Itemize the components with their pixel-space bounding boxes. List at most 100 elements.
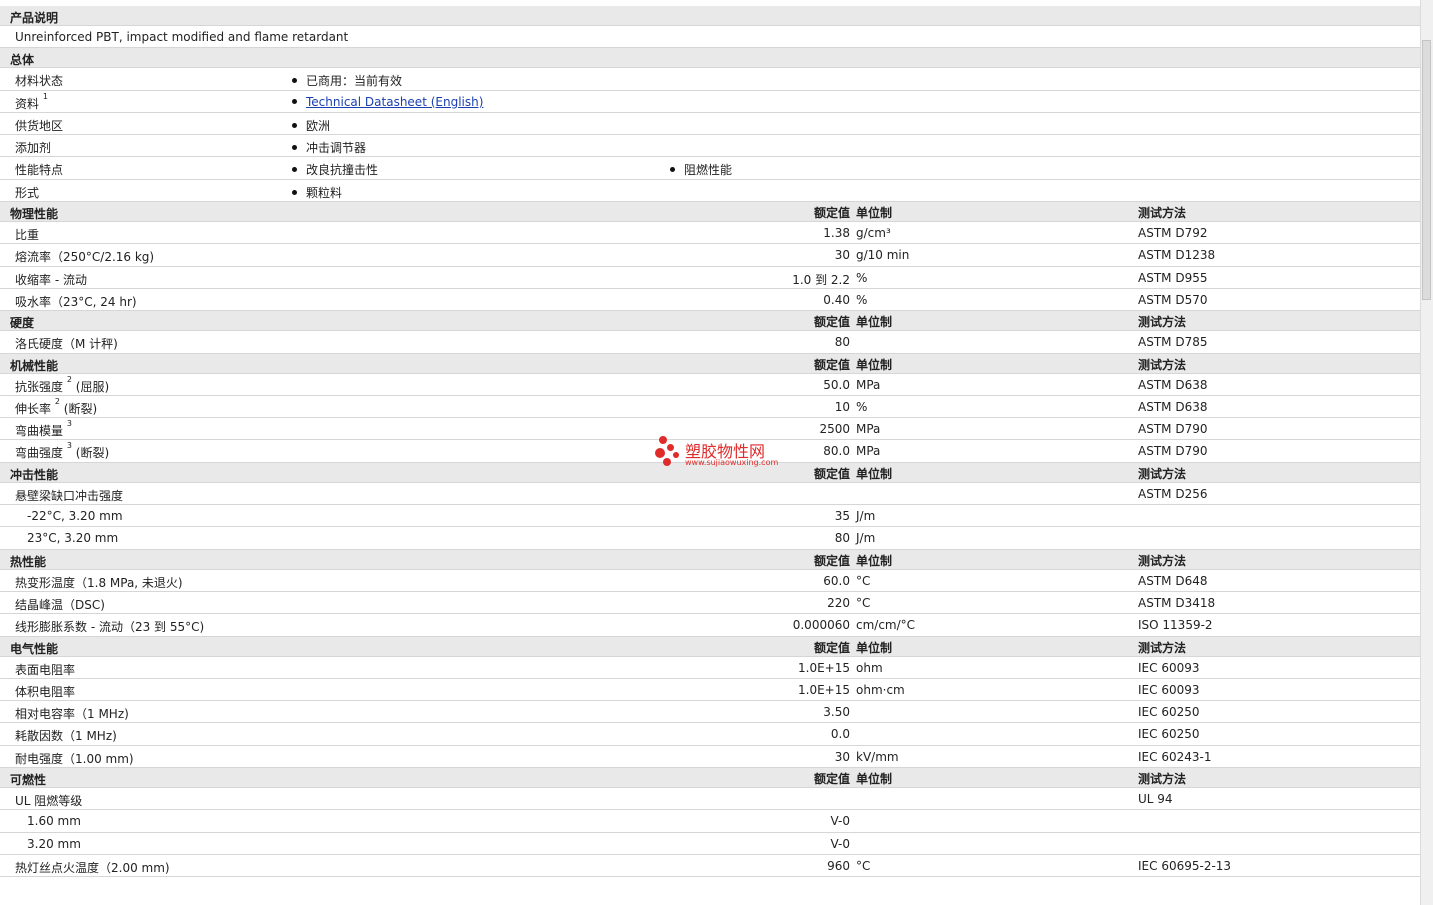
- property-label: 3.20 mm: [27, 837, 81, 851]
- section-title: 总体: [10, 53, 35, 68]
- datasheet-link[interactable]: Technical Datasheet (English): [306, 95, 483, 109]
- test-method: ASTM D570: [1138, 292, 1208, 307]
- section-title: 可燃性: [10, 773, 47, 788]
- test-method: ASTM D955: [1138, 270, 1208, 285]
- bullet-value: 阻燃性能: [670, 161, 732, 178]
- property-label-text: 伸长率: [15, 401, 52, 416]
- property-label: 体积电阻率: [15, 683, 75, 700]
- test-method: IEC 60695-2-13: [1138, 858, 1232, 873]
- table-row: 熔流率（250°C/2.16 kg) 30 g/10 min ASTM D1238: [0, 244, 1421, 267]
- property-label: 弯曲强度 3 (断裂): [15, 441, 109, 461]
- unit: °C: [856, 595, 871, 610]
- column-header-value: 额定值: [813, 553, 850, 568]
- property-label: 悬壁梁缺口冲击强度: [15, 487, 123, 504]
- bullet-icon: [292, 189, 297, 195]
- property-label: 线形膨胀系数 - 流动（23 到 55°C): [15, 618, 204, 635]
- bullet-icon: [292, 98, 297, 104]
- column-header-method: 测试方法: [1138, 315, 1187, 330]
- property-label-text: Unreinforced PBT, impact modified and fl…: [15, 30, 349, 44]
- property-label: 材料状态: [15, 72, 63, 89]
- nominal-value: 35: [834, 509, 850, 524]
- unit: ohm: [856, 660, 883, 675]
- property-label-text: 供货地区: [15, 118, 64, 133]
- column-header-method: 测试方法: [1138, 206, 1187, 221]
- property-label: 供货地区: [15, 117, 63, 134]
- property-label-text: 线形膨胀系数 - 流动（23 到 55°C): [15, 620, 205, 635]
- unit: MPa: [856, 377, 881, 392]
- property-label-text: 弯曲模量: [15, 424, 64, 439]
- section-header: 可燃性 额定值 单位制 测试方法: [0, 768, 1421, 789]
- property-label-text: 比重: [15, 228, 40, 243]
- bullet-text: 冲击调节器: [306, 141, 367, 156]
- column-header-unit: 单位制: [856, 772, 893, 787]
- column-header-value: 额定值: [813, 466, 850, 481]
- nominal-value: 80: [834, 335, 850, 350]
- column-header-method: 测试方法: [1138, 357, 1187, 372]
- unit: °C: [856, 573, 871, 588]
- property-label-text: 收缩率 - 流动: [15, 272, 87, 287]
- section-title: 机械性能: [10, 358, 59, 373]
- property-label: 抗张强度 2 (屈服): [15, 374, 109, 395]
- property-label-text: 体积电阻率: [15, 684, 76, 699]
- bullet-icon: [292, 145, 297, 151]
- table-row: 热灯丝点火温度（2.00 mm) 960 °C IEC 60695-2-13: [0, 855, 1421, 878]
- bullet-text: 欧洲: [306, 118, 331, 133]
- property-label-text: 弯曲强度: [15, 446, 64, 461]
- table-row: 形式 颗粒料: [0, 180, 1421, 203]
- property-label: 洛氏硬度（M 计秤): [15, 335, 118, 352]
- nominal-value: 1.0 到 2.2: [792, 272, 850, 287]
- test-method: ASTM D638: [1138, 399, 1208, 414]
- bullet-icon: [292, 122, 297, 128]
- table-row: 1.60 mm V-0: [0, 810, 1421, 833]
- table-row: 吸水率（23°C, 24 hr) 0.40% ASTM D570: [0, 289, 1421, 312]
- test-method: IEC 60093: [1138, 660, 1200, 675]
- section-title: 硬度: [10, 316, 35, 331]
- table-row: 结晶峰温（DSC) 220 °C ASTM D3418: [0, 592, 1421, 615]
- scrollbar-thumb[interactable]: [1422, 40, 1431, 300]
- table-row: 抗张强度 2 (屈服) 50.0 MPa ASTM D638: [0, 374, 1421, 396]
- nominal-value: 0.000060: [792, 618, 850, 633]
- test-method: UL 94: [1138, 792, 1173, 807]
- nominal-value: 220: [827, 595, 850, 610]
- bullet-value[interactable]: Technical Datasheet (English): [292, 95, 483, 109]
- column-header-method: 测试方法: [1138, 553, 1187, 568]
- column-header-value: 额定值: [813, 772, 850, 787]
- nominal-value: 1.0E+15: [798, 682, 850, 697]
- test-method: ASTM D1238: [1138, 248, 1216, 263]
- footnote-marker: 2: [54, 396, 60, 406]
- unit: °C: [856, 858, 871, 873]
- vertical-scrollbar[interactable]: [1420, 0, 1433, 905]
- nominal-value: 50.0: [823, 377, 850, 392]
- unit: g/10 min: [856, 248, 910, 263]
- bullet-icon: [292, 78, 297, 84]
- unit: J/m: [856, 531, 876, 546]
- property-label: 耗散因数（1 MHz): [15, 727, 117, 744]
- column-header-value: 额定值: [813, 640, 850, 655]
- property-qualifier: (断裂): [63, 401, 98, 416]
- property-label: 表面电阻率: [15, 661, 75, 678]
- nominal-value: 10: [834, 399, 850, 414]
- property-label-text: 性能特点: [15, 163, 64, 178]
- nominal-value: 80: [834, 531, 850, 546]
- nominal-value: V-0: [830, 814, 850, 829]
- bullet-value: 冲击调节器: [292, 139, 366, 156]
- test-method: ISO 11359-2: [1138, 618, 1213, 633]
- footnote-marker: 2: [66, 374, 72, 384]
- bullet-icon: [670, 167, 675, 173]
- property-label: -22°C, 3.20 mm: [27, 509, 123, 523]
- column-header-value: 额定值: [813, 315, 850, 330]
- test-method: ASTM D256: [1138, 486, 1208, 501]
- table-row: 比重 1.38 g/cm³ ASTM D792: [0, 222, 1421, 245]
- section-title: 热性能: [10, 554, 47, 569]
- test-method: ASTM D792: [1138, 226, 1208, 241]
- property-label: 1.60 mm: [27, 814, 81, 828]
- property-label: 资料 1: [15, 92, 48, 112]
- property-label: 熔流率（250°C/2.16 kg): [15, 248, 154, 265]
- property-label-text: 结晶峰温（DSC): [15, 597, 105, 612]
- table-row: 性能特点 改良抗撞击性 阻燃性能: [0, 157, 1421, 180]
- test-method: IEC 60243-1: [1138, 749, 1212, 764]
- section-header: 物理性能 额定值 单位制 测试方法: [0, 202, 1421, 223]
- table-row: 耐电强度（1.00 mm) 30 kV/mm IEC 60243-1: [0, 746, 1421, 769]
- test-method: ASTM D785: [1138, 335, 1208, 350]
- property-label-text: 表面电阻率: [15, 662, 76, 677]
